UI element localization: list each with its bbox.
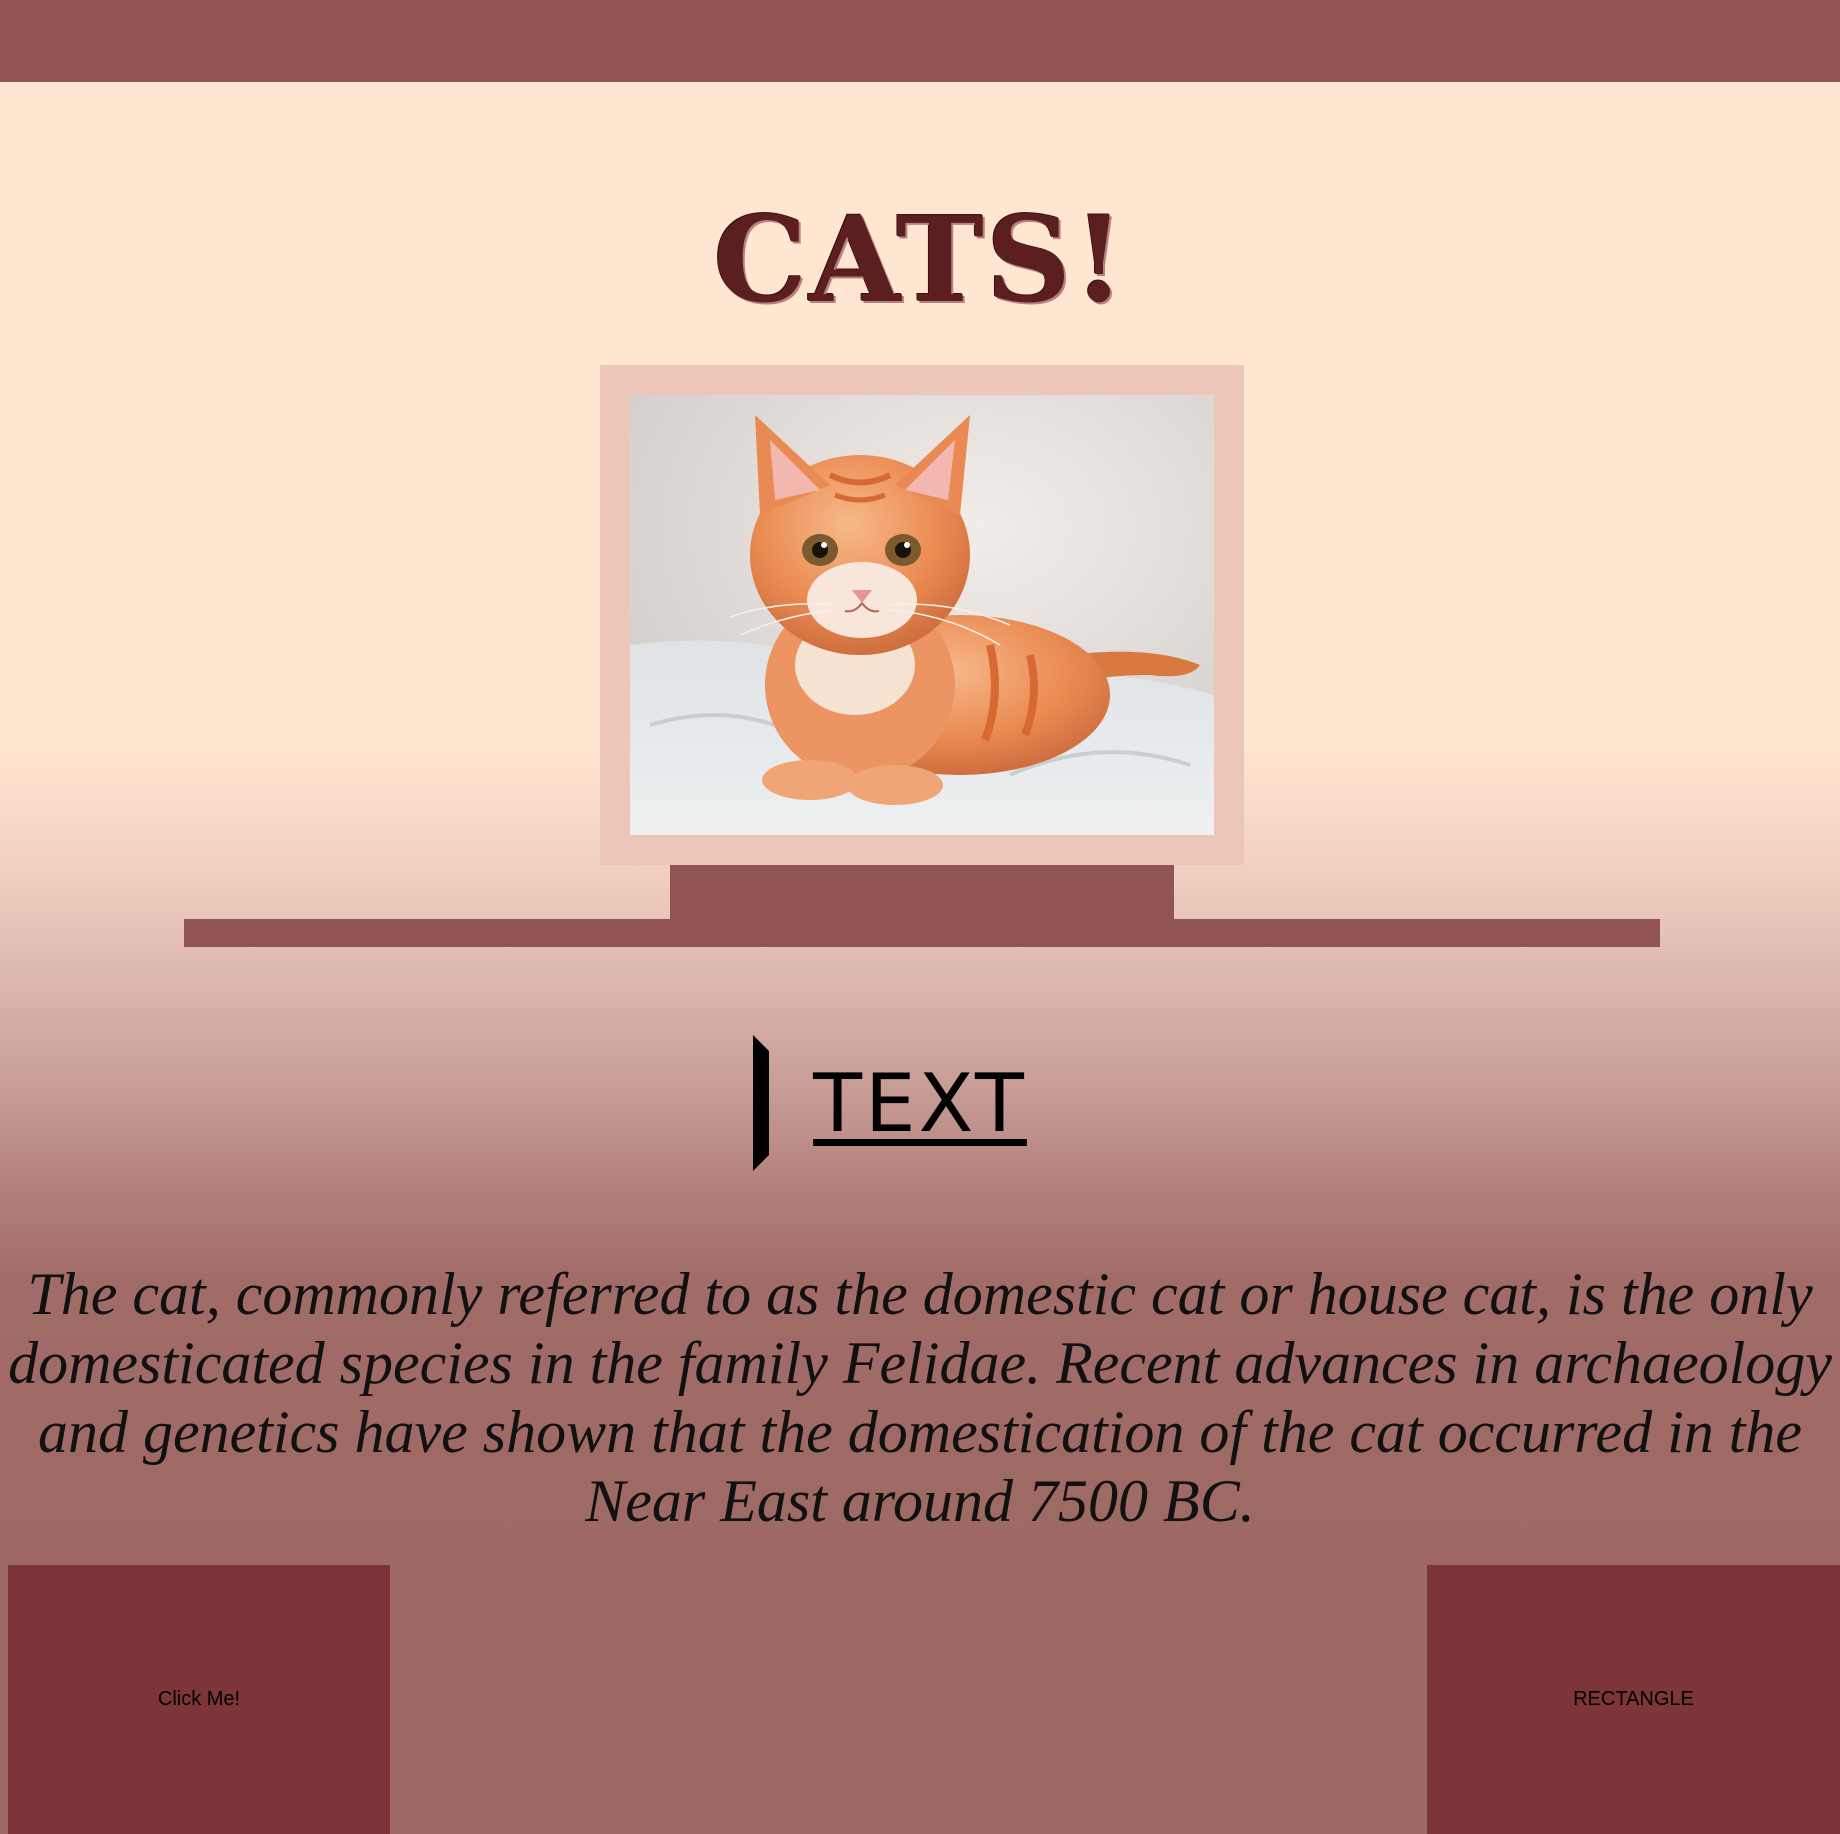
rectangle-button[interactable]: RECTANGLE	[1427, 1565, 1840, 1834]
photo-frame	[600, 365, 1244, 865]
page-title: CATS!	[713, 190, 1127, 329]
vertical-bar-icon	[753, 1035, 770, 1171]
cat-photo	[630, 395, 1214, 835]
kitten-illustration	[630, 395, 1214, 835]
top-bar	[0, 0, 1840, 82]
click-me-button[interactable]: Click Me!	[8, 1565, 390, 1834]
display-stand-neck	[670, 865, 1174, 921]
text-link[interactable]: TEXT	[813, 1057, 1027, 1150]
text-heading: TEXT	[0, 1035, 1840, 1171]
cat-description: The cat, commonly referred to as the dom…	[8, 1261, 1832, 1534]
display-stand-base	[184, 919, 1660, 947]
